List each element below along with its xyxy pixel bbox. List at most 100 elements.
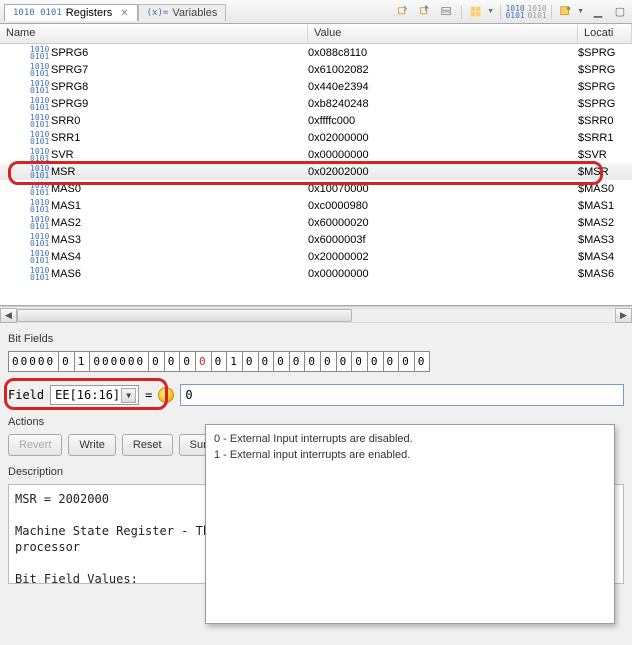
register-icon: 1010 0101 (30, 250, 46, 264)
scroll-right-icon[interactable]: ▶ (615, 308, 632, 323)
bit-cell[interactable]: 0 (351, 351, 368, 372)
table-row[interactable]: 1010 0101MAS10xc0000980$MAS1 (0, 197, 632, 214)
table-row[interactable]: 1010 0101 SPRG8 0x440e2394$SPRG (0, 78, 632, 95)
table-row[interactable]: 1010 0101MAS20x60000020$MAS2 (0, 214, 632, 231)
bit-cell[interactable]: 00000 (8, 351, 59, 372)
scroll-track[interactable] (17, 308, 615, 323)
bit-cell[interactable]: 0 (304, 351, 321, 372)
tab-variables[interactable]: (x)= Variables (138, 4, 227, 21)
reg-value: 0xc0000980 (308, 200, 578, 212)
register-icon: 1010 0101 (30, 148, 46, 162)
reg-name: SPRG6 (51, 47, 88, 59)
reg-name: SRR1 (51, 132, 80, 144)
reg-name: MAS4 (51, 251, 81, 263)
reg-value: 0x440e2394 (308, 81, 578, 93)
revert-button[interactable]: Revert (8, 434, 62, 456)
col-location[interactable]: Locati (578, 24, 632, 43)
bit-cell[interactable]: 000000 (89, 351, 149, 372)
reg-location: $SPRG (578, 81, 632, 93)
bit-cell[interactable]: 0 (58, 351, 75, 372)
tooltip: 0 - External Input interrupts are disabl… (205, 424, 615, 624)
scroll-left-icon[interactable]: ◀ (0, 308, 17, 323)
pin-icon[interactable] (558, 4, 574, 20)
write-button[interactable]: Write (68, 434, 115, 456)
register-icon: 1010 0101 (30, 199, 46, 213)
register-icon: 1010 0101 (30, 80, 46, 94)
register-icon: 1010 0101 (30, 63, 46, 77)
reg-location: $MAS1 (578, 200, 632, 212)
reg-location: $MAS6 (578, 268, 632, 280)
table-row[interactable]: 1010 0101MAS30x6000003f$MAS3 (0, 231, 632, 248)
reset-button[interactable]: Reset (122, 434, 173, 456)
reg-name: MAS0 (51, 183, 81, 195)
table-row[interactable]: 1010 0101SPRG90xb8240248$SPRG (0, 95, 632, 112)
chevron-down-icon[interactable]: ▼ (487, 8, 494, 15)
binary-icon[interactable]: 1010 0101 (507, 4, 523, 20)
reg-name: SPRG9 (51, 98, 88, 110)
collapse-all-icon[interactable] (439, 4, 455, 20)
reg-name: SPRG8 (51, 81, 88, 93)
field-value-input[interactable] (180, 384, 624, 406)
table-row[interactable]: 1010 0101MAS60x00000000$MAS6 (0, 265, 632, 282)
bit-cell[interactable]: 0 (289, 351, 306, 372)
table-row[interactable]: 1010 0101SPRG60x088c8110$SPRG (0, 44, 632, 61)
registers-table: Name Value Locati 1010 0101SPRG60x088c81… (0, 24, 632, 306)
tab-registers[interactable]: 1010 0101 Registers ✕ (4, 4, 138, 21)
horizontal-scrollbar[interactable]: ◀ ▶ (0, 306, 632, 323)
close-icon[interactable]: ✕ (120, 8, 128, 19)
bitfields-label: Bit Fields (8, 333, 624, 345)
field-label: Field (8, 388, 44, 402)
bit-cell[interactable]: 0 (398, 351, 415, 372)
binary2-icon[interactable]: 1010 0101 (529, 4, 545, 20)
tooltip-line: 1 - External input interrupts are enable… (214, 447, 606, 463)
toolbar-separator (461, 5, 462, 19)
table-row[interactable]: 1010 0101SRR10x02000000$SRR1 (0, 129, 632, 146)
chevron-down-icon[interactable]: ▼ (577, 8, 584, 15)
bit-cell[interactable]: 0 (336, 351, 353, 372)
field-select[interactable]: EE[16:16] ▼ (50, 385, 139, 405)
bit-cell[interactable]: 0 (320, 351, 337, 372)
export-icon[interactable] (417, 4, 433, 20)
table-row[interactable]: 1010 0101MAS40x20000002$MAS4 (0, 248, 632, 265)
bit-cell[interactable]: 1 (74, 351, 91, 372)
reg-location: $MSR (578, 166, 632, 178)
table-row[interactable]: 1010 0101SRR00xffffc000$SRR0 (0, 112, 632, 129)
table-row[interactable]: 1010 0101SVR0x00000000$SVR (0, 146, 632, 163)
registers-icon: 1010 0101 (13, 8, 62, 18)
tab-variables-label: Variables (172, 7, 217, 19)
bit-cell[interactable]: 0 (195, 351, 212, 372)
bitfield-row: 0000001000000000001000000000000 (8, 351, 624, 372)
maximize-icon[interactable]: ▢ (612, 5, 628, 19)
register-icon: 1010 0101 (30, 97, 46, 111)
table-row[interactable]: 1010 0101SPRG70x61002082$SPRG (0, 61, 632, 78)
table-row[interactable]: 1010 0101MAS00x10070000$MAS0 (0, 180, 632, 197)
register-icon: 1010 0101 (30, 114, 46, 128)
bit-cell[interactable]: 0 (164, 351, 181, 372)
reg-value: 0x10070000 (308, 183, 578, 195)
view-tabbar: 1010 0101 Registers ✕ (x)= Variables ▼ 1… (0, 0, 632, 24)
bit-cell[interactable]: 0 (414, 351, 431, 372)
reg-location: $SPRG (578, 64, 632, 76)
bit-cell[interactable]: 0 (258, 351, 275, 372)
chevron-down-icon[interactable]: ▼ (121, 388, 136, 403)
bit-cell[interactable]: 1 (226, 351, 243, 372)
bulb-icon[interactable] (158, 387, 174, 403)
col-name[interactable]: Name (0, 24, 308, 43)
bit-cell[interactable]: 0 (179, 351, 196, 372)
scroll-thumb[interactable] (17, 309, 352, 322)
register-icon: 1010 0101 (30, 233, 46, 247)
minimize-icon[interactable]: ▁ (590, 5, 606, 19)
bit-cell[interactable]: 0 (367, 351, 384, 372)
bit-cell[interactable]: 0 (383, 351, 400, 372)
layout-icon[interactable] (468, 4, 484, 20)
table-row[interactable]: 1010 0101MSR0x02002000$MSR (0, 163, 632, 180)
field-select-value: EE[16:16] (55, 388, 120, 402)
bit-cell[interactable]: 0 (148, 351, 165, 372)
bit-cell[interactable]: 0 (242, 351, 259, 372)
bit-cell[interactable]: 0 (211, 351, 228, 372)
col-value[interactable]: Value (308, 24, 578, 43)
reg-name: MAS6 (51, 268, 81, 280)
bit-cell[interactable]: 0 (273, 351, 290, 372)
reg-value: 0xb8240248 (308, 98, 578, 110)
import-icon[interactable] (395, 4, 411, 20)
